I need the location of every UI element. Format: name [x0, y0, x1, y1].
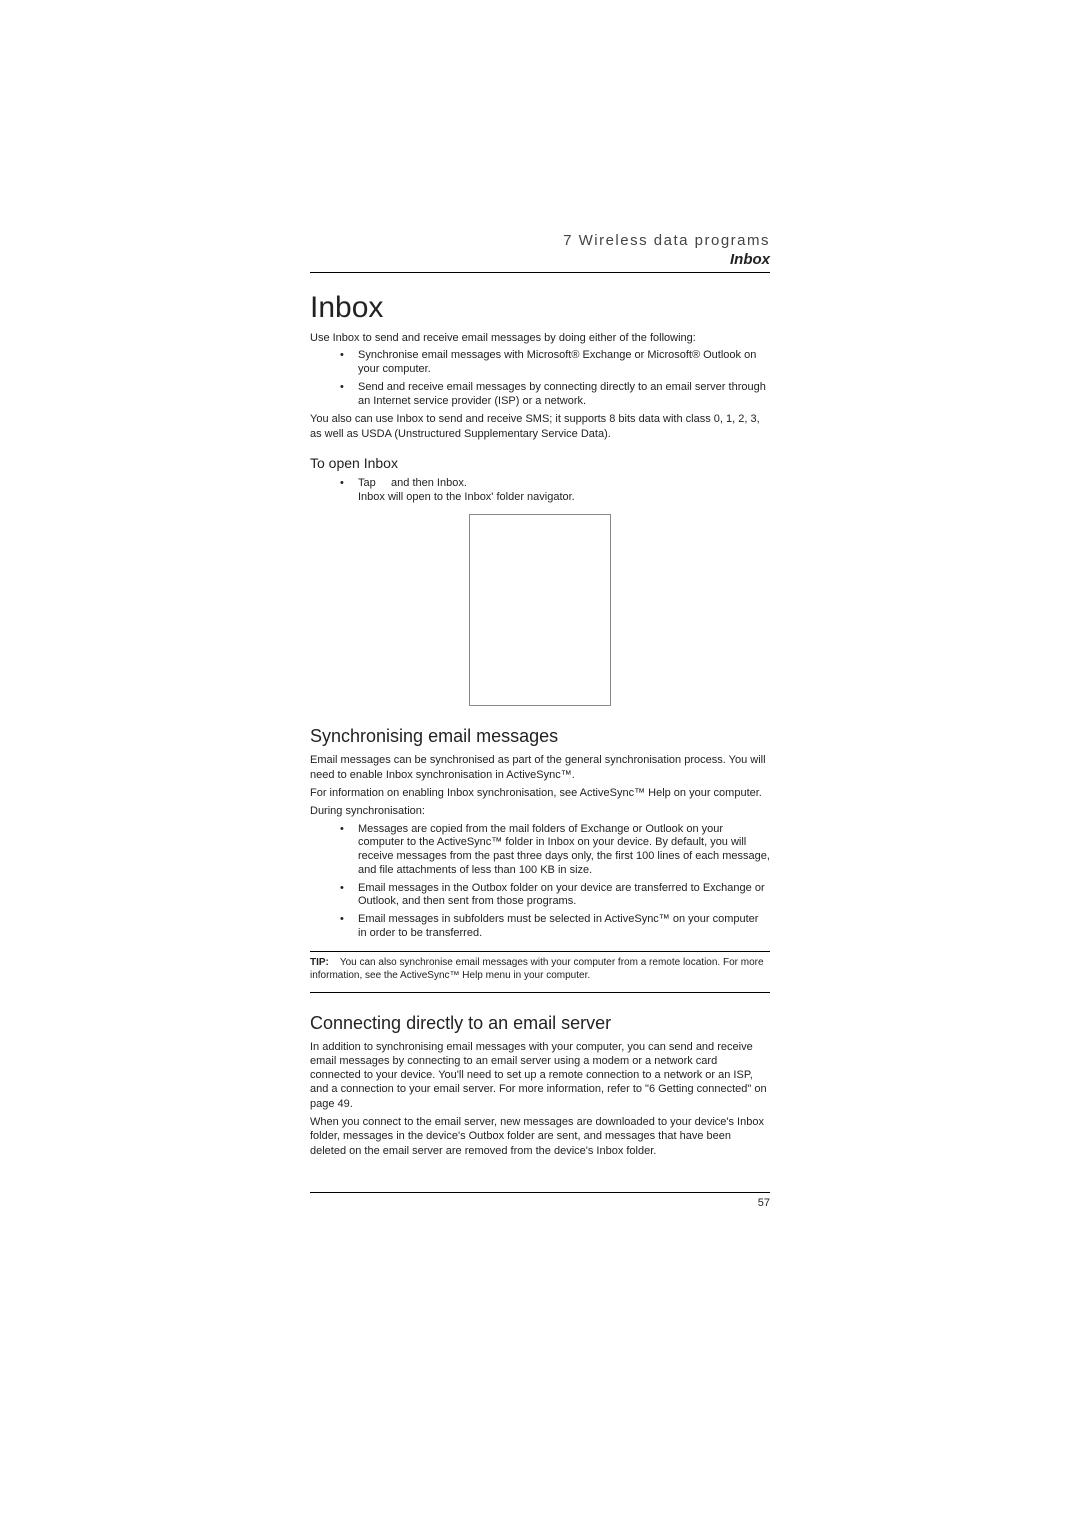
- tip-label: TIP:: [310, 957, 329, 968]
- connect-heading: Connecting directly to an email server: [310, 1013, 770, 1034]
- open-bullet-pre: Tap: [358, 477, 379, 489]
- page-number: 57: [310, 1197, 770, 1209]
- tip-body: You can also synchronise email messages …: [310, 957, 764, 981]
- sync-heading: Synchronising email messages: [310, 726, 770, 747]
- connect-paragraph-2: When you connect to the email server, ne…: [310, 1115, 770, 1158]
- list-item: Email messages in the Outbox folder on y…: [340, 882, 770, 910]
- open-inbox-heading: To open Inbox: [310, 455, 770, 471]
- open-bullet-sub: Inbox will open to the Inbox' folder nav…: [358, 491, 575, 503]
- section-header: Inbox: [310, 251, 770, 268]
- connect-paragraph-1: In addition to synchronising email messa…: [310, 1040, 770, 1111]
- sync-paragraph-3: During synchronisation:: [310, 804, 770, 818]
- sync-bullet-list: Messages are copied from the mail folder…: [340, 823, 770, 941]
- document-page: 7 Wireless data programs Inbox Inbox Use…: [0, 0, 1080, 1309]
- footer-rule: [310, 1192, 770, 1193]
- chapter-header: 7 Wireless data programs: [310, 232, 770, 249]
- open-inbox-list: Tap and then Inbox. Inbox will open to t…: [340, 477, 770, 505]
- sync-paragraph-1: Email messages can be synchronised as pa…: [310, 753, 770, 782]
- list-item: Send and receive email messages by conne…: [340, 381, 770, 409]
- tip-rule-bottom: [310, 992, 770, 993]
- page-title: Inbox: [310, 291, 770, 325]
- intro-paragraph: Use Inbox to send and receive email mess…: [310, 331, 770, 345]
- list-item: Tap and then Inbox. Inbox will open to t…: [340, 477, 770, 505]
- intro-after-paragraph: You also can use Inbox to send and recei…: [310, 412, 770, 441]
- header-rule: [310, 272, 770, 273]
- start-icon-placeholder: [379, 477, 388, 489]
- intro-bullet-list: Synchronise email messages with Microsof…: [340, 349, 770, 408]
- list-item: Email messages in subfolders must be sel…: [340, 913, 770, 941]
- sync-paragraph-2: For information on enabling Inbox synchr…: [310, 786, 770, 800]
- tip-rule-top: [310, 951, 770, 952]
- device-screenshot-placeholder: [469, 514, 611, 706]
- open-bullet-post: and then Inbox.: [391, 477, 467, 489]
- tip-paragraph: TIP: You can also synchronise email mess…: [310, 956, 770, 982]
- list-item: Synchronise email messages with Microsof…: [340, 349, 770, 377]
- list-item: Messages are copied from the mail folder…: [340, 823, 770, 878]
